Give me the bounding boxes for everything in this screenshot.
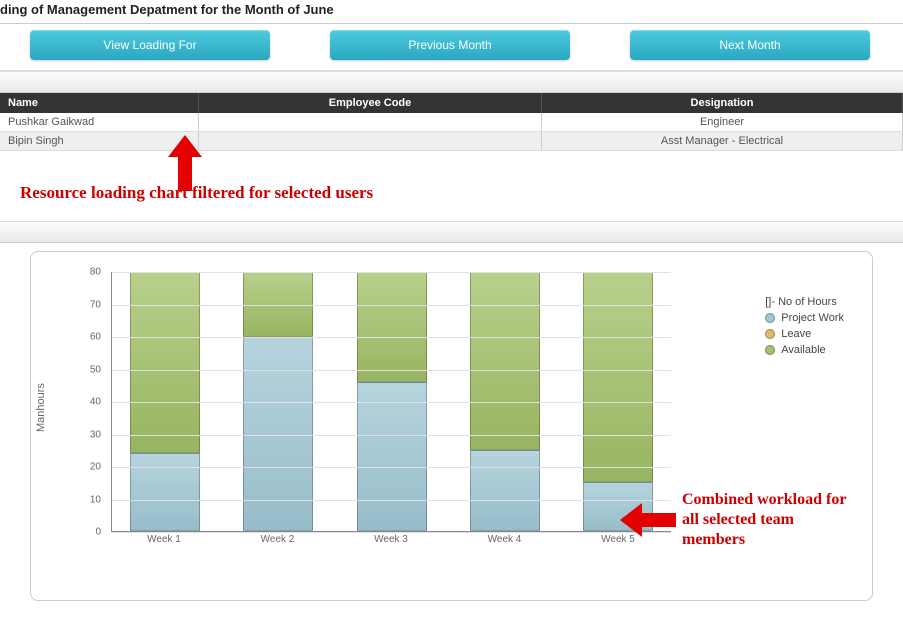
chart-gridline <box>112 467 671 468</box>
employee-table: Name Employee Code Designation Pushkar G… <box>0 93 903 151</box>
chart-gridline <box>112 370 671 371</box>
annotation-filter-note: Resource loading chart filtered for sele… <box>20 183 373 203</box>
col-designation: Designation <box>541 93 902 113</box>
chart-bar-segment <box>130 272 200 453</box>
chart-gridline <box>112 402 671 403</box>
view-loading-button[interactable]: View Loading For <box>30 30 270 60</box>
chart-y-axis-label: Manhours <box>35 383 47 432</box>
chart-gridline <box>112 272 671 273</box>
chart-bar-segment <box>130 453 200 531</box>
chart-y-tick: 40 <box>31 397 101 408</box>
legend-label: Project Work <box>781 312 844 324</box>
cell-code <box>199 132 542 151</box>
legend-title-text: []- No of Hours <box>765 296 837 308</box>
chart-x-tick: Week 2 <box>243 534 313 545</box>
chart-y-tick: 80 <box>31 267 101 278</box>
chart-plot-area <box>111 272 671 532</box>
cell-designation: Asst Manager - Electrical <box>541 132 902 151</box>
legend-item-leave: Leave <box>765 328 844 340</box>
chart-y-tick: 30 <box>31 429 101 440</box>
chart-gridline <box>112 532 671 533</box>
chart-x-tick: Week 4 <box>470 534 540 545</box>
legend-swatch-icon <box>765 329 775 339</box>
next-month-button[interactable]: Next Month <box>630 30 870 60</box>
legend-label: Available <box>781 344 825 356</box>
page-title: ding of Management Depatment for the Mon… <box>0 0 903 23</box>
chart-bar-segment <box>357 382 427 531</box>
legend-title: []- No of Hours <box>765 296 844 308</box>
legend-label: Leave <box>781 328 811 340</box>
chart-y-tick: 70 <box>31 299 101 310</box>
legend-swatch-icon <box>765 345 775 355</box>
chart-y-tick: 50 <box>31 364 101 375</box>
previous-month-button[interactable]: Previous Month <box>330 30 570 60</box>
col-name: Name <box>0 93 199 113</box>
annotation-area: Resource loading chart filtered for sele… <box>0 151 903 221</box>
cell-name: Pushkar Gaikwad <box>0 113 199 132</box>
chart-bar-segment <box>470 272 540 450</box>
chart-y-tick: 20 <box>31 462 101 473</box>
button-bar: View Loading For Previous Month Next Mon… <box>0 23 903 71</box>
chart-gridline <box>112 305 671 306</box>
chart-gridline <box>112 435 671 436</box>
chart-y-tick: 10 <box>31 494 101 505</box>
chart-bar-segment <box>357 272 427 382</box>
chart-x-tick: Week 1 <box>129 534 199 545</box>
separator-bar <box>0 71 903 93</box>
chart-gridline <box>112 500 671 501</box>
chart-y-tick: 0 <box>31 527 101 538</box>
col-code: Employee Code <box>199 93 542 113</box>
legend-item-available: Available <box>765 344 844 356</box>
annotation-arrow-left-icon <box>620 503 676 540</box>
chart-y-tick: 60 <box>31 332 101 343</box>
resource-loading-chart: Manhours Week 1Week 2Week 3Week 4Week 5 … <box>30 251 873 601</box>
table-row[interactable]: Pushkar Gaikwad Engineer <box>0 113 903 132</box>
legend-swatch-icon <box>765 313 775 323</box>
chart-bar-segment <box>470 450 540 531</box>
table-header-row: Name Employee Code Designation <box>0 93 903 113</box>
chart-legend: []- No of Hours Project Work Leave Avail… <box>765 292 844 360</box>
table-row[interactable]: Bipin SinghAsst Manager - Electrical <box>0 132 903 151</box>
annotation-combined-note: Combined workload for all selected team … <box>682 490 852 550</box>
separator-bar-2 <box>0 221 903 243</box>
legend-item-project-work: Project Work <box>765 312 844 324</box>
chart-x-ticks: Week 1Week 2Week 3Week 4Week 5 <box>111 534 671 545</box>
chart-x-tick: Week 3 <box>356 534 426 545</box>
chart-gridline <box>112 337 671 338</box>
cell-code <box>199 113 542 132</box>
cell-designation: Engineer <box>541 113 902 132</box>
